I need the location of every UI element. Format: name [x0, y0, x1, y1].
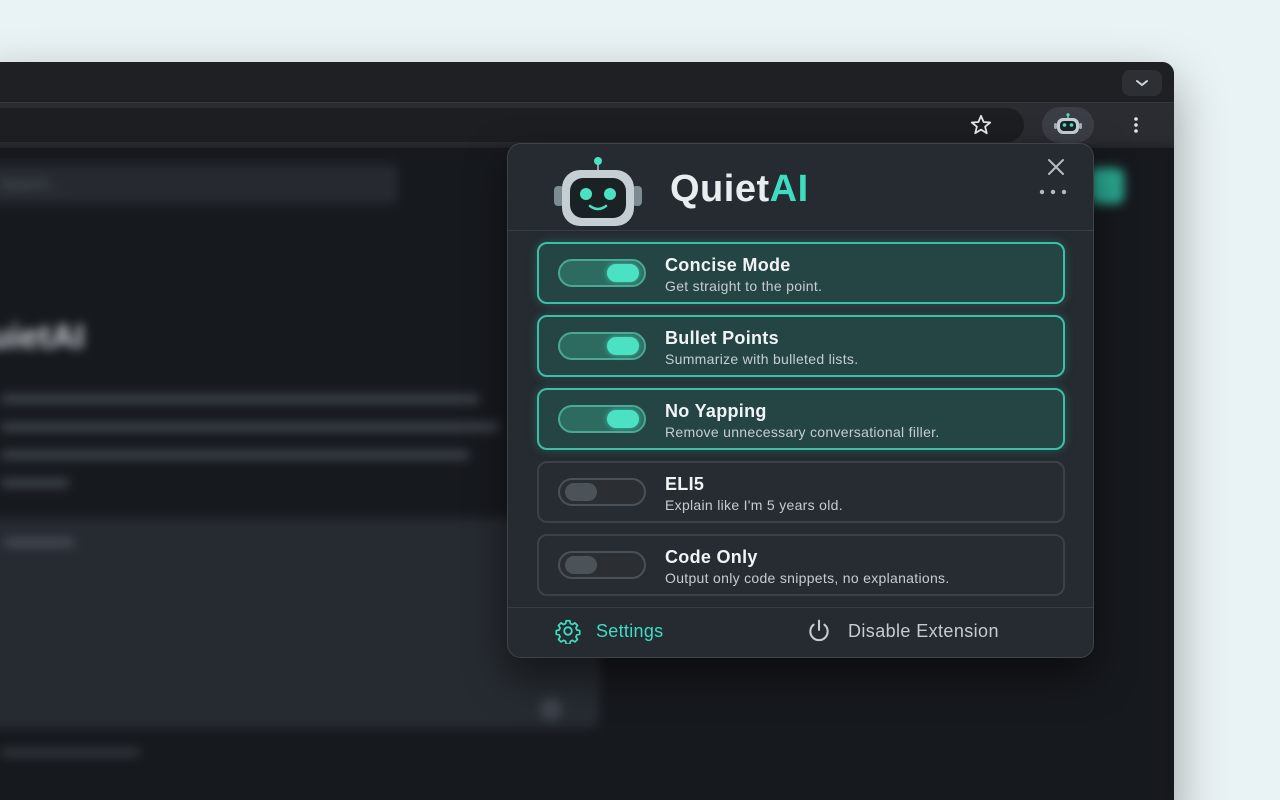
option-title: Concise Mode	[665, 255, 791, 275]
toggle-knob	[607, 410, 639, 428]
disable-extension-label: Disable Extension	[848, 620, 999, 641]
close-button[interactable]	[1043, 154, 1069, 180]
more-options-button[interactable]	[1037, 182, 1069, 202]
page-text-line	[0, 422, 500, 432]
option-title: Bullet Points	[665, 328, 779, 348]
options-list: Concise Mode Get straight to the point. …	[537, 242, 1065, 607]
concise-mode-toggle[interactable]	[558, 259, 646, 287]
tab-search-button[interactable]	[1122, 70, 1162, 96]
more-horizontal-icon	[1039, 189, 1067, 195]
option-concise-mode[interactable]: Concise Mode Get straight to the point.	[537, 242, 1065, 304]
close-icon	[1048, 159, 1064, 175]
option-description: Get straight to the point.	[665, 278, 823, 294]
browser-menu-button[interactable]	[1126, 111, 1146, 139]
page-footer-text	[0, 748, 140, 757]
settings-button[interactable]: Settings	[552, 618, 663, 644]
kebab-menu-icon	[1134, 117, 1138, 133]
disable-extension-button[interactable]: Disable Extension	[804, 618, 999, 644]
page-search-placeholder: Search...	[0, 176, 61, 193]
option-title: Code Only	[665, 547, 758, 567]
robot-logo-icon	[554, 157, 642, 226]
robot-icon	[1054, 113, 1082, 134]
popup-title: QuietAI	[670, 168, 809, 211]
chevron-down-icon	[1136, 80, 1148, 87]
browser-toolbar	[0, 102, 1174, 148]
option-title: ELI5	[665, 474, 705, 494]
page-text-line	[0, 394, 480, 404]
option-eli5[interactable]: ELI5 Explain like I'm 5 years old.	[537, 461, 1065, 523]
page-action-button	[1090, 168, 1124, 204]
toggle-knob	[607, 337, 639, 355]
bullet-points-toggle[interactable]	[558, 332, 646, 360]
page-text-line	[0, 478, 70, 488]
settings-label: Settings	[596, 620, 664, 641]
page-heading: uietAI	[0, 318, 85, 356]
option-code-only[interactable]: Code Only Output only code snippets, no …	[537, 534, 1065, 596]
quietai-extension-button[interactable]	[1042, 107, 1094, 143]
toggle-knob	[607, 264, 639, 282]
power-icon	[809, 619, 829, 642]
option-title: No Yapping	[665, 401, 767, 421]
no-yapping-toggle[interactable]	[558, 405, 646, 433]
toggle-knob	[565, 483, 597, 501]
toggle-knob	[565, 556, 597, 574]
popup-footer: Settings Disable Extension	[508, 608, 1093, 657]
eli5-toggle[interactable]	[558, 478, 646, 506]
gear-icon	[555, 619, 581, 644]
option-bullet-points[interactable]: Bullet Points Summarize with bulleted li…	[537, 315, 1065, 377]
popup-header: QuietAI	[508, 144, 1093, 230]
page-text-line	[4, 538, 74, 547]
brand-name-part1: Quiet	[670, 168, 770, 210]
page-send-icon	[540, 698, 562, 720]
option-description: Explain like I'm 5 years old.	[665, 497, 843, 513]
header-divider	[508, 230, 1093, 231]
brand-name-part2: AI	[769, 168, 809, 210]
option-no-yapping[interactable]: No Yapping Remove unnecessary conversati…	[537, 388, 1065, 450]
option-description: Remove unnecessary conversational filler…	[665, 424, 940, 440]
quietai-popup: QuietAI Concise Mode Get straight to the…	[507, 143, 1094, 658]
page-text-line	[0, 450, 470, 460]
address-bar[interactable]	[0, 108, 1024, 142]
star-icon	[970, 114, 992, 135]
option-description: Output only code snippets, no explanatio…	[665, 570, 950, 586]
bookmark-button[interactable]	[966, 110, 996, 140]
code-only-toggle[interactable]	[558, 551, 646, 579]
tab-strip	[0, 62, 1174, 102]
option-description: Summarize with bulleted lists.	[665, 351, 859, 367]
